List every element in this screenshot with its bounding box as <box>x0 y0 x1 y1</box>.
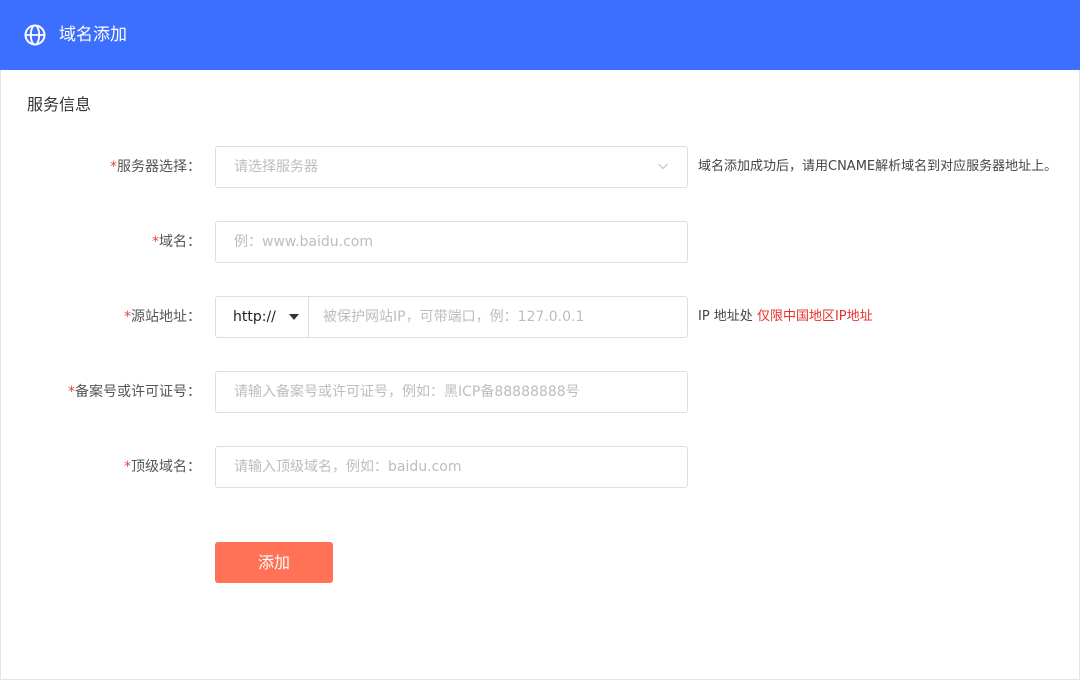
add-button[interactable]: 添加 <box>215 542 333 583</box>
required-mark: * <box>68 384 75 400</box>
required-mark: * <box>124 309 131 325</box>
top-domain-label-text: 顶级域名： <box>131 459 201 475</box>
origin-hint-prefix: IP 地址处 <box>698 309 757 324</box>
license-input-placeholder: 请输入备案号或许可证号，例如：黑ICP备88888888号 <box>234 384 580 400</box>
server-hint: 域名添加成功后，请用CNAME解析域名到对应服务器地址上。 <box>698 159 1058 174</box>
origin-hint-highlight: 仅限中国地区IP地址 <box>756 309 873 324</box>
protocol-value: http:// <box>233 309 276 325</box>
required-mark: * <box>152 234 159 250</box>
top-domain-input-placeholder: 请输入顶级域名，例如：baidu.com <box>234 459 462 475</box>
license-label: *备案号或许可证号： <box>68 382 201 402</box>
origin-input[interactable]: 被保护网站IP，可带端口，例：127.0.0.1 <box>309 297 687 337</box>
origin-hint: IP 地址处 仅限中国地区IP地址 <box>698 308 873 326</box>
required-mark: * <box>110 159 117 175</box>
required-mark: * <box>124 459 131 475</box>
license-input[interactable]: 请输入备案号或许可证号，例如：黑ICP备88888888号 <box>215 371 688 413</box>
domain-label-text: 域名： <box>159 234 201 250</box>
origin-input-placeholder: 被保护网站IP，可带端口，例：127.0.0.1 <box>323 309 585 325</box>
page-title: 域名添加 <box>59 25 127 45</box>
server-select-placeholder: 请选择服务器 <box>234 159 318 175</box>
server-label-text: 服务器选择： <box>117 159 201 175</box>
top-domain-input[interactable]: 请输入顶级域名，例如：baidu.com <box>215 446 688 488</box>
top-domain-label: *顶级域名： <box>124 457 201 477</box>
caret-down-icon <box>289 314 299 320</box>
protocol-select[interactable]: http:// <box>216 297 309 337</box>
page-frame <box>0 0 1080 680</box>
section-title: 服务信息 <box>27 95 92 114</box>
origin-input-group: http:// 被保护网站IP，可带端口，例：127.0.0.1 <box>215 296 688 338</box>
page-header: 域名添加 <box>0 0 1080 70</box>
domain-label: *域名： <box>152 232 201 252</box>
origin-label-text: 源站地址： <box>131 309 201 325</box>
server-select[interactable]: 请选择服务器 <box>215 146 688 188</box>
license-label-text: 备案号或许可证号： <box>75 384 201 400</box>
domain-input-placeholder: 例：www.baidu.com <box>234 234 373 250</box>
globe-icon <box>24 24 46 46</box>
server-label: *服务器选择： <box>110 157 201 177</box>
chevron-down-icon <box>658 163 668 170</box>
domain-input[interactable]: 例：www.baidu.com <box>215 221 688 263</box>
origin-label: *源站地址： <box>124 307 201 327</box>
